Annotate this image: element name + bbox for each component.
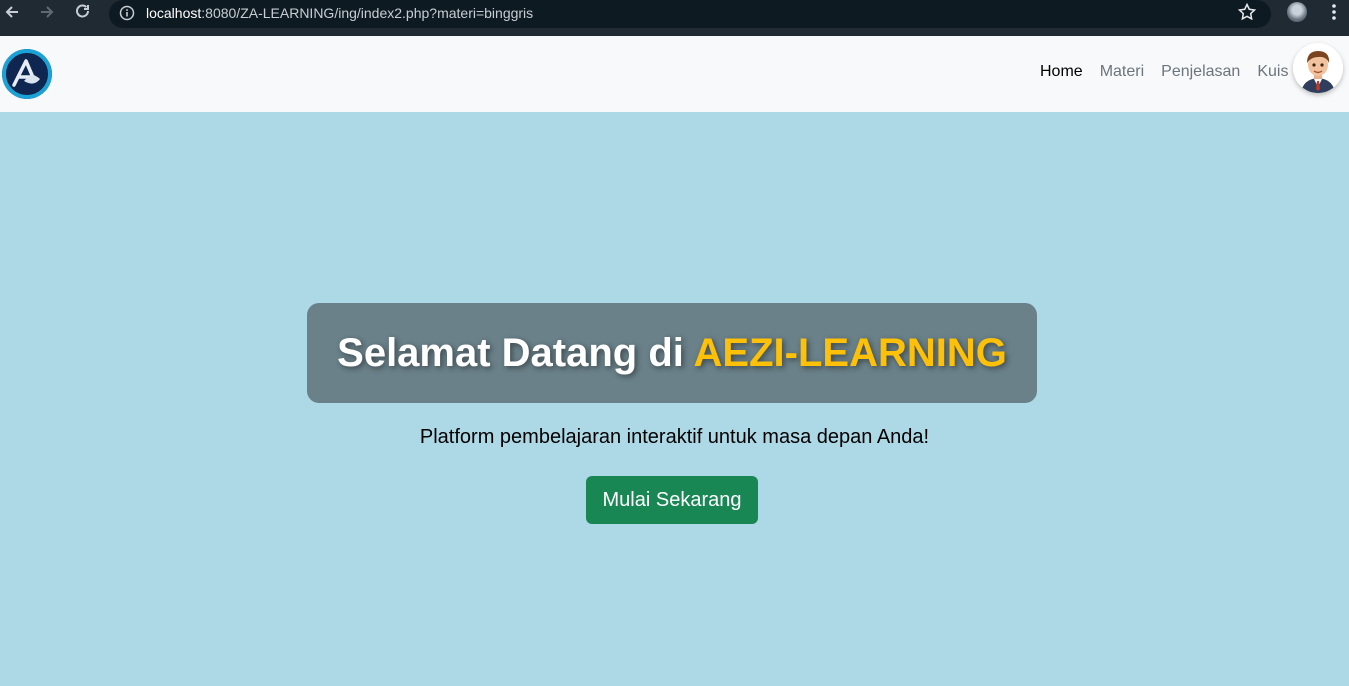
hero-subtitle: Platform pembelajaran interaktif untuk m… — [419, 426, 930, 448]
back-icon[interactable] — [0, 0, 24, 24]
reload-icon[interactable] — [71, 0, 95, 24]
hero-section: Selamat Datang di AEZI-LEARNING Platform… — [0, 112, 1349, 686]
nav-link-kuis[interactable]: Kuis — [1257, 63, 1288, 81]
nav-links: Home Materi Penjelasan Kuis — [1040, 63, 1288, 81]
profile-icon[interactable] — [1287, 2, 1307, 22]
cartoon-avatar-icon[interactable] — [1293, 43, 1343, 93]
nav-link-home[interactable]: Home — [1040, 63, 1083, 81]
star-icon[interactable] — [1237, 2, 1257, 22]
info-icon[interactable] — [119, 5, 135, 21]
brand-name: AEZI-LEARNING — [693, 330, 1007, 375]
start-now-button[interactable]: Mulai Sekarang — [586, 476, 758, 524]
title-prefix: Selamat Datang di — [337, 330, 694, 375]
nav-link-penjelasan[interactable]: Penjelasan — [1161, 63, 1240, 81]
page-title: Selamat Datang di AEZI-LEARNING — [337, 331, 1007, 376]
url-path: :8080/ZA-LEARNING/ing/index2.php?materi=… — [201, 5, 534, 21]
browser-toolbar: localhost:8080/ZA-LEARNING/ing/index2.ph… — [0, 0, 1349, 36]
navbar: Home Materi Penjelasan Kuis — [0, 36, 1349, 112]
url-text[interactable]: localhost:8080/ZA-LEARNING/ing/index2.ph… — [146, 5, 533, 21]
forward-icon[interactable] — [35, 0, 59, 24]
url-host: localhost — [146, 5, 202, 21]
nav-link-materi[interactable]: Materi — [1100, 63, 1144, 81]
address-bar[interactable]: localhost:8080/ZA-LEARNING/ing/index2.ph… — [109, 0, 1271, 28]
aezi-logo-icon[interactable] — [2, 49, 52, 99]
welcome-banner: Selamat Datang di AEZI-LEARNING — [307, 303, 1037, 403]
kebab-menu-icon[interactable] — [1326, 2, 1342, 22]
